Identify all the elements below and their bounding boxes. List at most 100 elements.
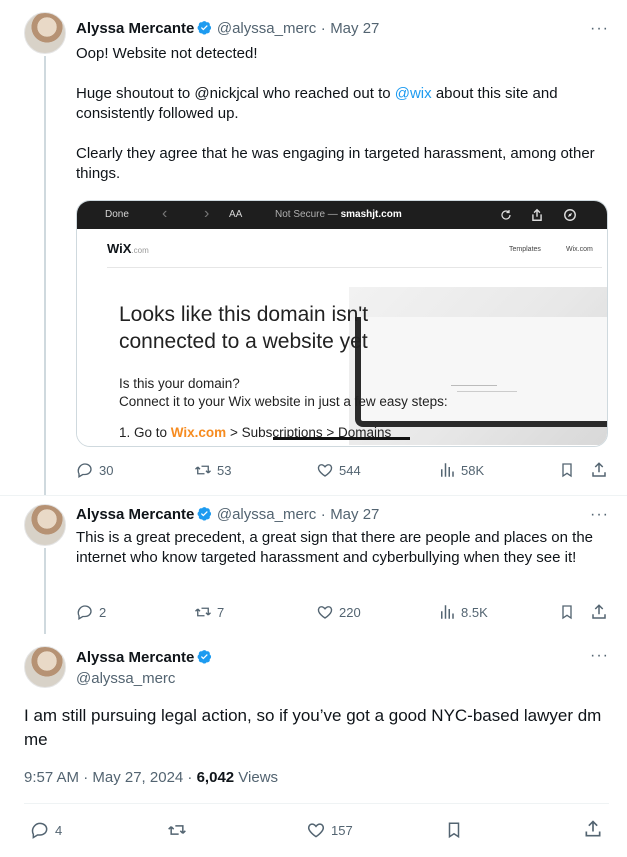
reply-button[interactable]: 2 xyxy=(76,603,106,621)
wix-header-divider xyxy=(107,267,602,268)
verified-badge-icon xyxy=(197,21,212,35)
reply-count: 2 xyxy=(99,604,107,620)
author-handle[interactable]: @alyssa_merc xyxy=(76,668,212,689)
like-button[interactable]: 220 xyxy=(316,603,361,621)
wix-subtext: Is this your domain? Connect it to your … xyxy=(119,375,448,411)
laptop-detail xyxy=(451,385,497,386)
reload-icon xyxy=(501,210,511,220)
author-name[interactable]: Alyssa Mercante xyxy=(76,20,194,37)
like-count: 220 xyxy=(339,604,361,620)
browser-aa-button: AA xyxy=(229,209,243,220)
reply-count: 30 xyxy=(99,462,114,478)
author-name[interactable]: Alyssa Mercante xyxy=(76,506,194,523)
like-button[interactable]: 544 xyxy=(316,461,361,479)
views-count: 58K xyxy=(461,462,485,478)
step-text: 1. Go to xyxy=(119,425,171,440)
headline-line: connected to a website yet xyxy=(119,330,368,353)
browser-toolbar: Done ‹ › AA Not Secure — smashjt.com xyxy=(77,201,607,229)
tweet-1-header: Alyssa Mercante @alyssa_merc · May 27 xyxy=(76,20,379,38)
subtext-line: Is this your domain? xyxy=(119,376,240,391)
browser-back-icon: ‹ xyxy=(162,205,168,222)
views-label: Views xyxy=(234,769,279,786)
verified-badge-icon xyxy=(197,650,212,664)
share-icon[interactable] xyxy=(583,819,603,839)
wix-logo-suffix: .com xyxy=(131,246,149,255)
tweet-paragraph: Huge shoutout to @nickjcal who reached o… xyxy=(76,84,601,124)
tweet-timestamp: 9:57 AM · May 27, 2024 · 6,042 Views xyxy=(24,769,278,786)
views-button[interactable]: 8.5K xyxy=(438,603,488,621)
dot-separator: · xyxy=(320,506,326,523)
reply-icon xyxy=(77,463,92,478)
tweet-date[interactable]: May 27 xyxy=(330,506,379,523)
views-total: 6,042 xyxy=(196,769,235,786)
repost-icon[interactable] xyxy=(166,820,188,840)
repost-icon xyxy=(195,465,211,475)
share-icon[interactable] xyxy=(590,461,608,479)
like-button[interactable]: 157 xyxy=(306,820,353,840)
tweet-paragraph: Oop! Website not detected! xyxy=(76,45,258,62)
reply-icon xyxy=(77,605,92,620)
repost-icon xyxy=(195,607,211,617)
step-link: Wix.com xyxy=(170,425,227,440)
dot-separator: · xyxy=(320,20,326,37)
avatar[interactable] xyxy=(24,504,66,546)
timestamp-text[interactable]: 9:57 AM · May 27, 2024 · xyxy=(24,769,197,786)
wix-logo: WiX.com xyxy=(107,241,149,256)
author-name[interactable]: Alyssa Mercante xyxy=(76,649,194,666)
reply-count: 4 xyxy=(55,822,63,838)
views-button[interactable]: 58K xyxy=(438,461,484,479)
compass-icon xyxy=(564,209,576,221)
divider xyxy=(24,803,609,804)
heart-icon xyxy=(307,823,325,838)
avatar[interactable] xyxy=(24,12,66,54)
browser-forward-icon: › xyxy=(204,205,210,222)
repost-button[interactable]: 7 xyxy=(194,603,224,621)
share-icon[interactable] xyxy=(590,603,608,621)
repost-button[interactable]: 53 xyxy=(194,461,231,479)
tweet-paragraph: Clearly they agree that he was engaging … xyxy=(76,145,595,182)
redaction-bar xyxy=(273,437,410,440)
more-options-icon[interactable]: ··· xyxy=(590,647,609,665)
bookmark-icon[interactable] xyxy=(445,820,463,840)
more-options-icon[interactable]: ··· xyxy=(590,506,609,524)
reply-button[interactable]: 30 xyxy=(76,461,113,479)
author-handle[interactable]: @alyssa_merc xyxy=(217,20,316,37)
more-options-icon[interactable]: ··· xyxy=(590,20,609,38)
heart-icon xyxy=(317,464,333,477)
browser-domain: smashjt.com xyxy=(340,209,402,220)
author-handle[interactable]: @alyssa_merc xyxy=(217,506,316,523)
wix-page: WiX.com Templates Wix.com Looks like thi… xyxy=(77,229,607,445)
browser-address: Not Secure — smashjt.com xyxy=(275,209,402,220)
wix-logo-text: WiX xyxy=(107,241,132,256)
embedded-image[interactable]: Done ‹ › AA Not Secure — smashjt.com WiX… xyxy=(76,200,608,447)
divider xyxy=(0,495,627,496)
reply-icon xyxy=(31,822,48,839)
thread-line xyxy=(44,548,46,634)
wix-headline: Looks like this domain isn't connected t… xyxy=(119,301,368,355)
repost-count: 7 xyxy=(217,604,225,620)
like-count: 157 xyxy=(331,822,353,838)
mention-link[interactable]: @wix xyxy=(395,85,432,102)
tweet-date[interactable]: May 27 xyxy=(330,20,379,37)
views-icon xyxy=(441,605,454,619)
tweet-1-text: Oop! Website not detected! Huge shoutout… xyxy=(76,44,601,184)
reply-button[interactable]: 4 xyxy=(30,820,62,840)
avatar[interactable] xyxy=(24,646,66,688)
wix-nav-templates: Templates xyxy=(509,246,541,253)
share-icon xyxy=(532,208,542,221)
wix-nav-home: Wix.com xyxy=(566,246,593,253)
views-count: 8.5K xyxy=(461,604,488,620)
laptop-detail xyxy=(457,391,517,392)
bookmark-icon[interactable] xyxy=(559,603,575,621)
tweet-3-text: I am still pursuing legal action, so if … xyxy=(24,706,602,749)
paragraph-text: Huge shoutout to @nickjcal who reached o… xyxy=(76,85,395,102)
thread-line xyxy=(44,56,46,496)
not-secure-label: Not Secure — xyxy=(275,209,341,220)
bookmark-icon[interactable] xyxy=(559,461,575,479)
tweet-3-header: Alyssa Mercante @alyssa_merc xyxy=(76,647,212,689)
like-count: 544 xyxy=(339,462,361,478)
repost-count: 53 xyxy=(217,462,232,478)
subtext-line: Connect it to your Wix website in just a… xyxy=(119,394,448,409)
views-icon xyxy=(441,463,454,477)
headline-line: Looks like this domain isn't xyxy=(119,303,369,326)
